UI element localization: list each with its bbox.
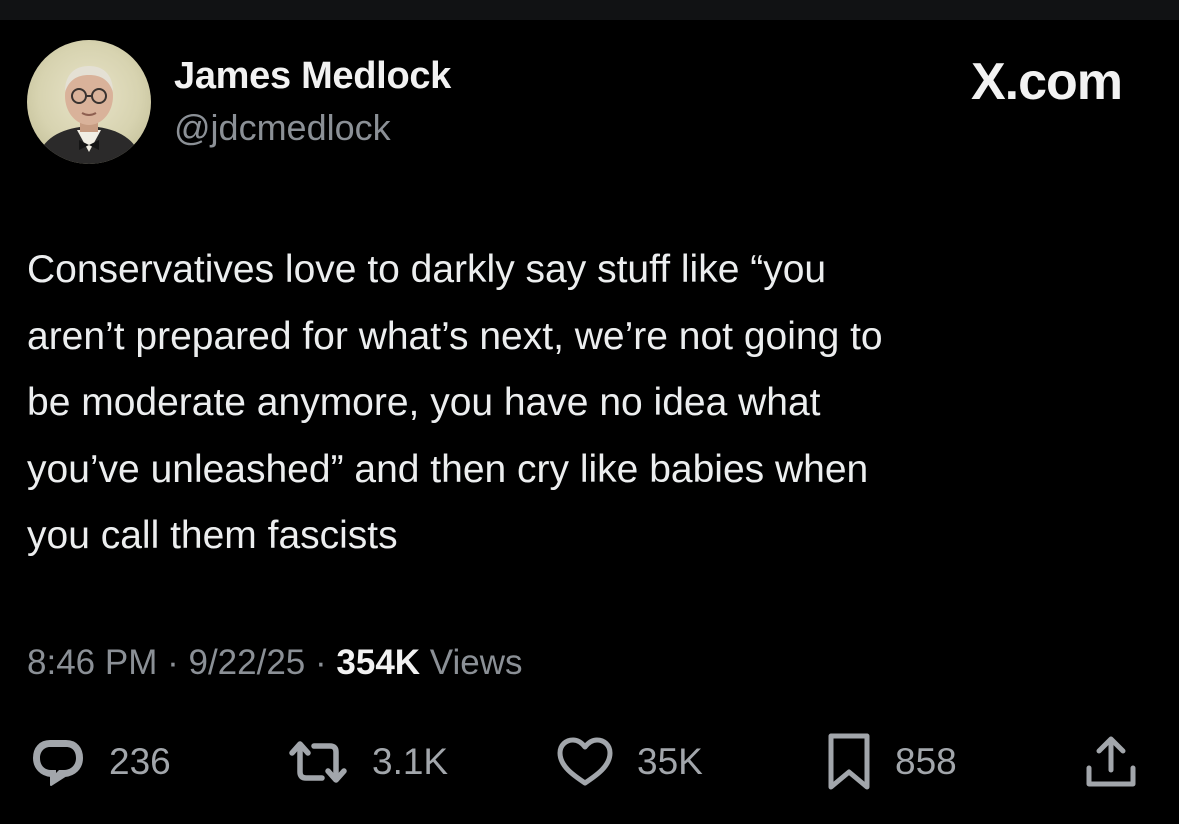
meta-separator: · [315, 643, 327, 682]
like-button[interactable]: 35K [555, 727, 703, 797]
views-label: Views [429, 643, 523, 682]
tweet-text: Conservatives love to darkly say stuff l… [27, 237, 1137, 570]
repost-button[interactable]: 3.1K [286, 727, 448, 797]
display-name[interactable]: James Medlock [174, 55, 451, 98]
tweet-line: Conservatives love to darkly say stuff l… [27, 248, 827, 291]
post-time[interactable]: 8:46 PM [27, 643, 157, 682]
user-handle[interactable]: @jdcmedlock [174, 107, 391, 149]
tweet-line: be moderate anymore, you have no idea wh… [27, 381, 821, 424]
like-count: 35K [637, 741, 703, 782]
tweet-line: you call them fascists [27, 514, 398, 557]
repost-icon [289, 741, 347, 783]
bookmark-count: 858 [895, 741, 957, 782]
repost-count: 3.1K [372, 741, 449, 782]
avatar[interactable] [27, 40, 151, 164]
post-date[interactable]: 9/22/25 [188, 643, 305, 682]
tweet-metadata: 8:46 PM · 9/22/25 · 354K Views [27, 643, 523, 683]
site-watermark: X.com [970, 53, 1123, 111]
avatar-portrait [35, 66, 143, 164]
tweet-line: you’ve unleashed” and then cry like babi… [27, 447, 869, 491]
action-bar: 236 3.1K 35K 858 [0, 727, 1179, 797]
reply-icon [33, 740, 83, 786]
tweet-line: aren’t prepared for what’s next, we’re n… [27, 314, 883, 358]
share-icon [1086, 736, 1136, 787]
heart-icon [557, 737, 613, 786]
share-button[interactable] [1083, 727, 1139, 797]
bookmark-icon [828, 733, 870, 790]
reply-count: 236 [109, 741, 171, 782]
reply-button[interactable]: 236 [29, 727, 171, 797]
top-edge-strip [0, 0, 1179, 20]
bookmark-button[interactable]: 858 [825, 727, 957, 797]
meta-separator: · [167, 643, 179, 682]
views-count[interactable]: 354K [336, 643, 420, 682]
